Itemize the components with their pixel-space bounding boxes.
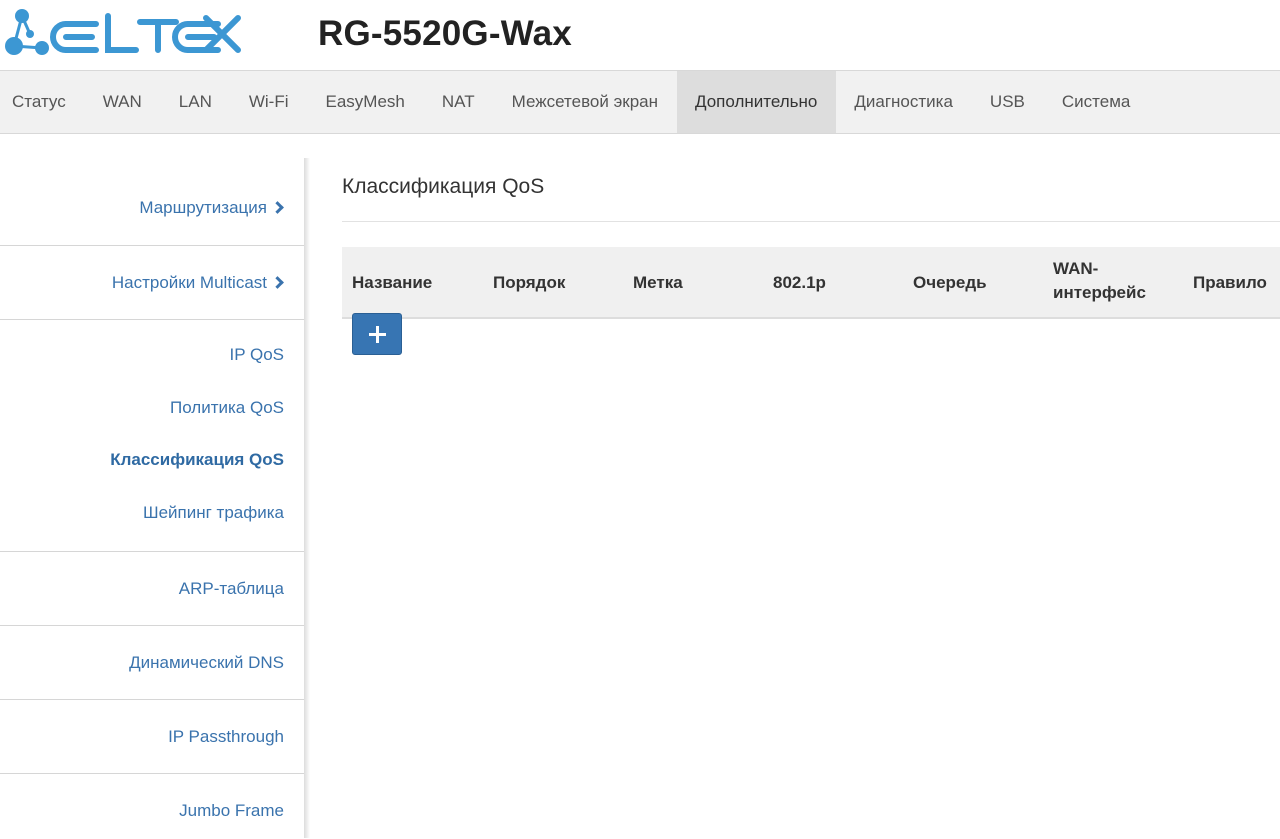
sidebar-item-label: Настройки Multicast — [111, 272, 267, 292]
sidebar: Маршрутизация Настройки Multicast IP QoS… — [0, 158, 304, 839]
eltex-logo — [0, 4, 245, 64]
sidebar-divider — [304, 158, 310, 838]
page-title: Классификация QoS — [342, 175, 1280, 222]
add-rule-button[interactable] — [352, 313, 402, 355]
nav-easymesh[interactable]: EasyMesh — [307, 71, 423, 133]
column-header-name[interactable]: Название — [352, 271, 432, 295]
sidebar-item-label: Динамический DNS — [129, 652, 284, 672]
sidebar-item-multicast[interactable]: Настройки Multicast — [0, 246, 304, 320]
sidebar-item-jumbo[interactable]: Jumbo Frame — [0, 774, 304, 839]
nav-diagnostics[interactable]: Диагностика — [836, 71, 972, 133]
sidebar-item-ipqos[interactable]: IP QoS — [230, 345, 285, 365]
sidebar-item-label: Маршрутизация — [139, 198, 267, 218]
header: RG-5520G-Wax — [0, 0, 1280, 70]
sidebar-item-label: ARP-таблица — [178, 578, 284, 598]
nav-lan[interactable]: LAN — [160, 71, 230, 133]
sidebar-item-passthrough[interactable]: IP Passthrough — [0, 700, 304, 774]
sidebar-item-traffic-shaping[interactable]: Шейпинг трафика — [143, 503, 284, 523]
sidebar-item-routing[interactable]: Маршрутизация — [0, 158, 304, 246]
column-header-order[interactable]: Порядок — [493, 271, 565, 295]
top-navigation: Статус WAN LAN Wi-Fi EasyMesh NAT Межсет… — [0, 70, 1280, 134]
column-header-wan-interface[interactable]: WAN- интерфейс — [1053, 257, 1146, 305]
main-content: Классификация QoS Название Порядок Метка… — [342, 158, 1280, 355]
sidebar-group-ipqos: IP QoS Политика QoS Классификация QoS Ше… — [0, 320, 304, 552]
sidebar-item-multicast-wrap: Настройки Multicast — [111, 272, 284, 293]
chevron-right-icon — [271, 201, 284, 215]
sidebar-item-qos-policy[interactable]: Политика QoS — [170, 398, 284, 418]
nav-usb[interactable]: USB — [971, 71, 1043, 133]
nav-wifi[interactable]: Wi-Fi — [230, 71, 307, 133]
sidebar-item-label: IP QoS — [229, 345, 285, 364]
sidebar-item-routing-wrap: Маршрутизация — [139, 198, 284, 218]
nav-firewall[interactable]: Межсетевой экран — [493, 71, 676, 133]
column-header-mark[interactable]: Метка — [633, 271, 683, 295]
sidebar-item-arp[interactable]: ARP-таблица — [0, 552, 304, 626]
column-header-rule[interactable]: Правило — [1193, 271, 1267, 295]
sidebar-item-qos-classification[interactable]: Классификация QoS — [110, 450, 284, 470]
nav-wan[interactable]: WAN — [84, 71, 160, 133]
nav-advanced[interactable]: Дополнительно — [676, 71, 836, 133]
chevron-right-icon — [271, 275, 284, 289]
column-header-queue[interactable]: Очередь — [913, 271, 987, 295]
column-header-wan-line1: WAN- — [1053, 259, 1099, 278]
eltex-logo-icon — [5, 9, 241, 55]
column-header-wan-line2: интерфейс — [1053, 283, 1146, 302]
sidebar-item-label: Jumbo Frame — [179, 801, 284, 820]
sidebar-item-ddns[interactable]: Динамический DNS — [0, 626, 304, 700]
nav-nat[interactable]: NAT — [423, 71, 493, 133]
nav-system[interactable]: Система — [1043, 71, 1148, 133]
column-header-8021p[interactable]: 802.1p — [773, 271, 826, 295]
device-model: RG-5520G-Wax — [318, 14, 572, 53]
qos-table-header: Название Порядок Метка 802.1p Очередь WA… — [342, 247, 1280, 319]
nav-status[interactable]: Статус — [0, 71, 84, 133]
sidebar-item-label: IP Passthrough — [168, 726, 284, 746]
